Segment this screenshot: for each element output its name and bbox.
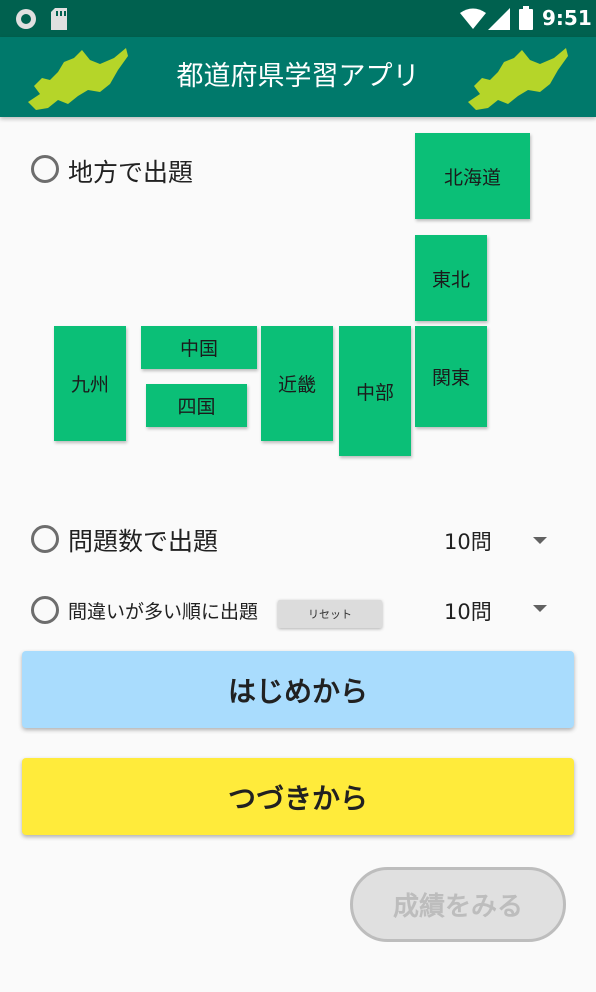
results-button-label: 成績をみる [392, 892, 523, 922]
chevron-down-icon [533, 605, 547, 612]
chevron-down-icon [533, 537, 547, 544]
count-mode-label[interactable]: 問題数で出題 [68, 522, 218, 558]
start-button[interactable]: はじめから [22, 651, 574, 728]
sd-card-icon [51, 8, 67, 30]
region-mode-radio[interactable] [31, 155, 59, 183]
start-button-label: はじめから [227, 674, 368, 708]
region-kyushu-button[interactable]: 九州 [54, 326, 126, 441]
mistakes-mode-label[interactable]: 間違いが多い順に出題 [68, 597, 258, 624]
region-kanto-button[interactable]: 関東 [415, 326, 487, 427]
region-label: 四国 [177, 396, 216, 418]
reset-button-label: リセット [308, 608, 352, 621]
region-label: 九州 [70, 374, 109, 396]
reset-button[interactable]: リセット [278, 600, 382, 628]
region-label: 中部 [355, 381, 394, 404]
region-label: 中国 [179, 338, 218, 360]
battery-icon [519, 6, 533, 30]
cell-signal-icon [488, 8, 510, 30]
continue-button-label: つづきから [227, 781, 368, 815]
region-kinki-button[interactable]: 近畿 [261, 326, 333, 441]
count-mode-dropdown[interactable]: 10問 [430, 522, 556, 558]
region-chugoku-button[interactable]: 中国 [141, 326, 257, 369]
notification-icon [16, 9, 36, 29]
wifi-icon [460, 8, 486, 29]
app-title: 都道府県学習アプリ [176, 61, 420, 92]
region-chubu-button[interactable]: 中部 [339, 326, 411, 456]
continue-button[interactable]: つづきから [22, 758, 574, 835]
region-label: 東北 [431, 268, 470, 291]
status-bar: 9:51 [0, 0, 596, 37]
region-label: 近畿 [277, 374, 316, 396]
mistakes-mode-dropdown-value: 10問 [444, 600, 492, 624]
region-shikoku-button[interactable]: 四国 [146, 384, 247, 427]
region-mode-label[interactable]: 地方で出題 [68, 153, 193, 189]
region-hokkaido-button[interactable]: 北海道 [415, 133, 530, 219]
count-mode-radio[interactable] [31, 525, 59, 553]
results-button[interactable]: 成績をみる [350, 867, 566, 942]
region-label: 関東 [431, 367, 470, 389]
mistakes-mode-radio[interactable] [31, 596, 59, 624]
clock: 9:51 [542, 6, 592, 30]
region-tohoku-button[interactable]: 東北 [415, 235, 487, 321]
count-mode-dropdown-value: 10問 [444, 530, 492, 554]
region-label: 北海道 [443, 166, 501, 189]
mistakes-mode-dropdown[interactable]: 10問 [430, 592, 556, 628]
